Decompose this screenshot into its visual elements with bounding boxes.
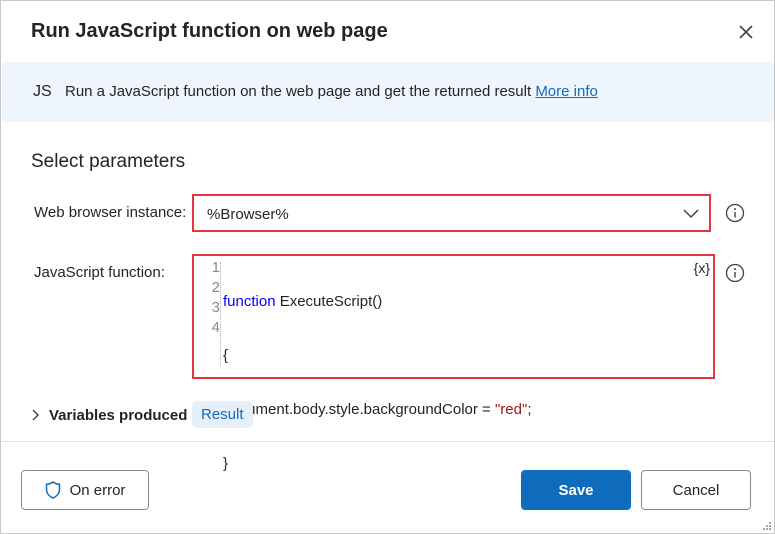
line-number: 2: [211, 279, 220, 296]
line-number: 3: [211, 299, 220, 316]
cancel-button[interactable]: Cancel: [641, 470, 751, 510]
string-literal: "red": [494, 401, 528, 418]
banner-text: Run a JavaScript function on the web pag…: [65, 83, 532, 100]
variables-produced-label: Variables produced: [49, 406, 188, 424]
info-banner: JS Run a JavaScript function on the web …: [2, 62, 774, 122]
close-button[interactable]: [734, 20, 758, 44]
code-line-4: }: [223, 455, 229, 472]
more-info-link[interactable]: More info: [535, 83, 598, 100]
js-function-label: JavaScript function:: [34, 264, 165, 281]
dialog-title: Run JavaScript function on web page: [31, 20, 388, 42]
line-number: 4: [211, 319, 220, 336]
banner-description: Run a JavaScript function on the web pag…: [65, 83, 598, 100]
chevron-right-icon: [31, 409, 45, 421]
keyword: function: [223, 293, 276, 310]
code-editor[interactable]: 1 2 3 4 function ExecuteScript() { docum…: [192, 254, 715, 472]
browser-instance-label: Web browser instance:: [34, 204, 187, 221]
browser-instance-value: %Browser%: [207, 206, 289, 223]
info-icon[interactable]: [725, 203, 745, 223]
insert-variable-button[interactable]: {x}: [694, 260, 710, 276]
variables-produced-toggle[interactable]: Variables produced: [31, 403, 187, 427]
line-number: 1: [211, 259, 220, 276]
code-text: document.body.style.backgroundColor =: [223, 401, 495, 418]
code-line-3: document.body.style.backgroundColor = "r…: [223, 400, 531, 420]
on-error-label: On error: [69, 481, 126, 499]
on-error-button[interactable]: On error: [21, 470, 149, 510]
line-numbers: 1 2 3 4: [194, 258, 220, 338]
close-icon: [739, 25, 753, 39]
dialog: Run JavaScript function on web page JS R…: [0, 0, 775, 534]
gutter-divider: [220, 262, 221, 366]
shield-icon: [45, 481, 60, 499]
variable-chip-result[interactable]: Result: [192, 401, 253, 428]
code-text: ;: [527, 401, 532, 418]
resize-grip-icon[interactable]: [762, 521, 772, 531]
browser-instance-dropdown[interactable]: %Browser%: [192, 194, 711, 232]
js-icon: JS: [33, 83, 52, 100]
chevron-down-icon: [683, 209, 699, 219]
code-line-2: {: [223, 347, 229, 364]
section-title: Select parameters: [31, 151, 186, 172]
code-line-1: function ExecuteScript(): [223, 292, 531, 312]
code-text: ExecuteScript(): [275, 293, 383, 310]
save-button[interactable]: Save: [521, 470, 631, 510]
code-content: function ExecuteScript() { document.body…: [223, 258, 531, 508]
footer-divider: [2, 441, 774, 442]
info-icon[interactable]: [725, 263, 745, 283]
